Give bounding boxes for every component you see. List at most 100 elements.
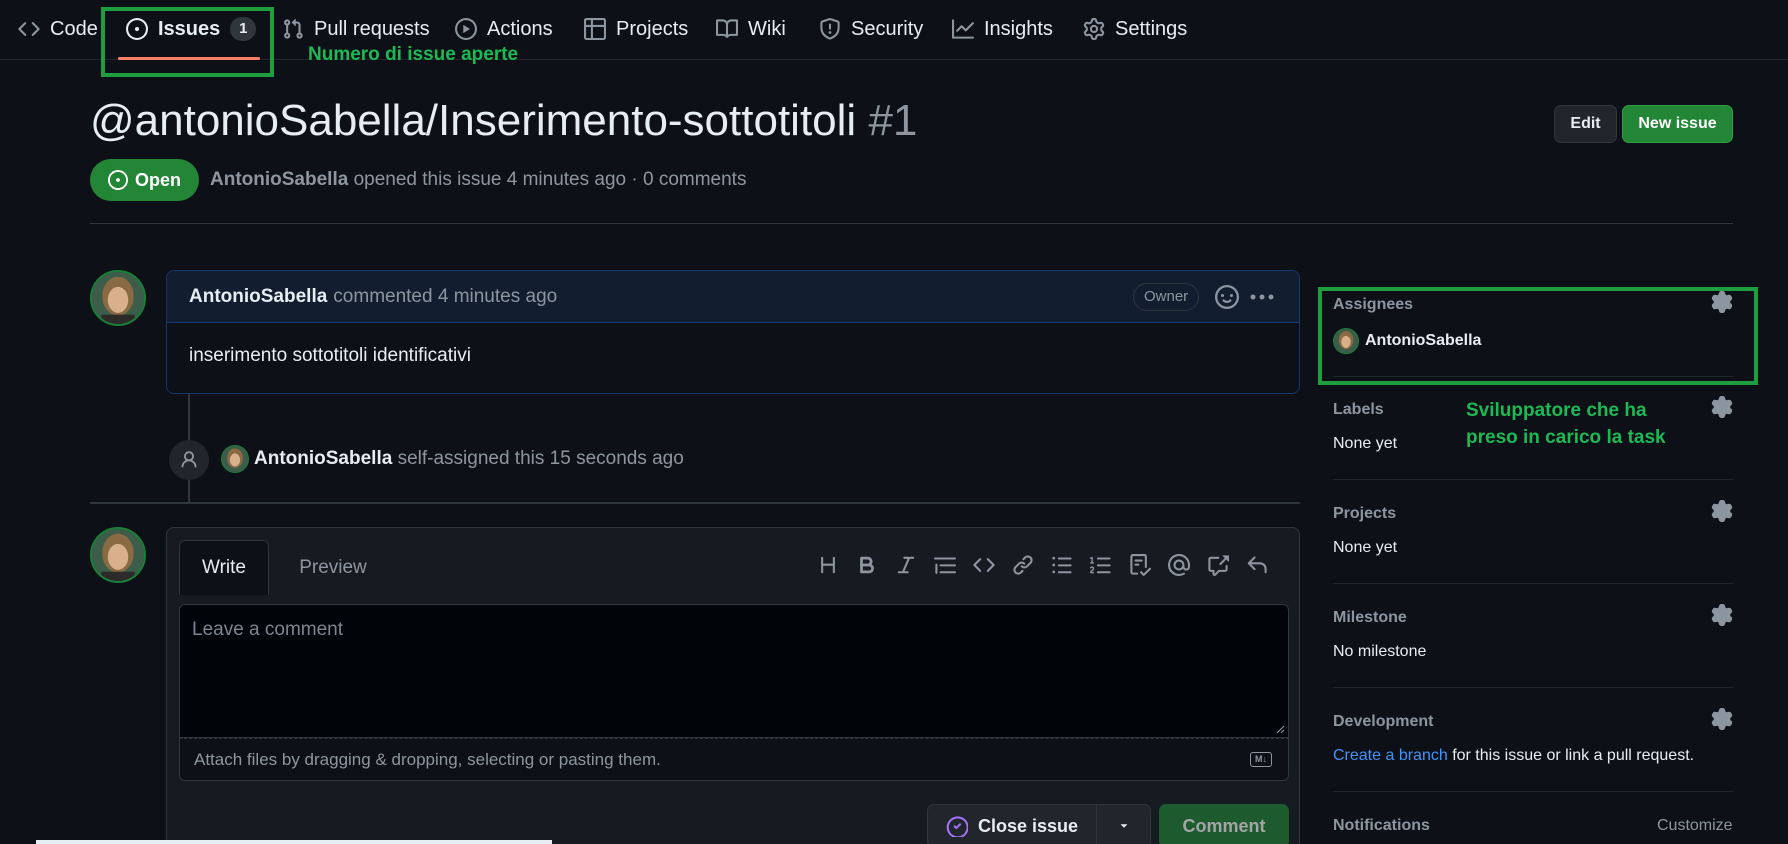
heading-icon[interactable] bbox=[815, 552, 840, 577]
tab-label: Projects bbox=[616, 17, 689, 40]
tab-code[interactable]: Code bbox=[18, 13, 98, 45]
avatar[interactable] bbox=[90, 527, 146, 583]
annotation-line: preso in carico la task bbox=[1466, 427, 1666, 448]
assignees-heading[interactable]: Assignees bbox=[1333, 296, 1413, 314]
development-value: Create a branch for this issue or link a… bbox=[1333, 747, 1694, 765]
tab-label: Code bbox=[50, 17, 98, 40]
timeline-divider bbox=[90, 502, 1300, 504]
avatar-image bbox=[92, 272, 144, 324]
play-icon bbox=[455, 18, 477, 40]
quote-icon[interactable] bbox=[932, 552, 957, 577]
tab-write[interactable]: Write bbox=[179, 540, 269, 595]
owner-badge: Owner bbox=[1133, 283, 1200, 311]
mention-icon[interactable] bbox=[1166, 552, 1191, 577]
customize-link[interactable]: Customize bbox=[1657, 817, 1733, 835]
create-branch-link[interactable]: Create a branch bbox=[1333, 747, 1448, 764]
markdown-toolbar bbox=[815, 552, 1269, 577]
kebab-horizontal-icon[interactable] bbox=[1249, 287, 1275, 307]
projects-gear-icon[interactable] bbox=[1711, 500, 1733, 522]
table-icon bbox=[584, 18, 606, 40]
issue-meta-text: opened this issue 4 minutes ago · 0 comm… bbox=[353, 169, 747, 190]
horizontal-scrollbar[interactable] bbox=[36, 840, 552, 844]
tab-wiki[interactable]: Wiki bbox=[716, 13, 786, 45]
projects-value: None yet bbox=[1333, 539, 1398, 556]
development-text: for this issue or link a pull request. bbox=[1452, 747, 1695, 764]
italic-icon[interactable] bbox=[893, 552, 918, 577]
tab-insights[interactable]: Insights bbox=[952, 13, 1053, 45]
close-options-dropdown[interactable] bbox=[1097, 804, 1151, 844]
reply-icon[interactable] bbox=[1244, 552, 1269, 577]
assignee-item[interactable]: AntonioSabella bbox=[1333, 328, 1481, 354]
link-icon[interactable] bbox=[1010, 552, 1035, 577]
graph-icon bbox=[952, 19, 974, 39]
markdown-icon[interactable]: M↓ bbox=[1250, 752, 1272, 767]
cross-reference-icon[interactable] bbox=[1205, 552, 1230, 577]
tab-security[interactable]: Security bbox=[819, 13, 923, 45]
issue-opened-icon bbox=[107, 170, 128, 190]
tab-label: Security bbox=[851, 17, 924, 40]
tab-projects[interactable]: Projects bbox=[584, 13, 688, 45]
attach-hint: Attach files by dragging & dropping, sel… bbox=[194, 749, 661, 769]
task-list-icon[interactable] bbox=[1127, 552, 1152, 577]
avatar[interactable] bbox=[90, 270, 146, 326]
new-issue-button[interactable]: New issue bbox=[1622, 105, 1733, 143]
header-divider bbox=[90, 223, 1733, 224]
tab-label: Wiki bbox=[748, 17, 786, 40]
labels-heading[interactable]: Labels bbox=[1333, 401, 1384, 419]
issues-annotation-box bbox=[101, 7, 274, 77]
gear-icon bbox=[1083, 18, 1105, 40]
close-issue-button[interactable]: Close issue bbox=[927, 804, 1097, 844]
status-badge: Open bbox=[90, 159, 199, 201]
labels-value: None yet bbox=[1333, 435, 1398, 452]
milestone-heading[interactable]: Milestone bbox=[1333, 609, 1407, 627]
projects-heading[interactable]: Projects bbox=[1333, 505, 1396, 523]
numbered-list-icon[interactable] bbox=[1088, 552, 1113, 577]
close-issue-label: Close issue bbox=[977, 815, 1079, 836]
comment-author-link[interactable]: AntonioSabella bbox=[189, 286, 327, 308]
sidebar-divider bbox=[1333, 583, 1733, 584]
triangle-down-icon bbox=[1120, 824, 1127, 828]
sidebar-divider bbox=[1333, 687, 1733, 688]
tab-label: Settings bbox=[1115, 17, 1188, 40]
milestone-gear-icon[interactable] bbox=[1711, 604, 1733, 626]
development-gear-icon[interactable] bbox=[1711, 708, 1733, 730]
assignees-gear-icon[interactable] bbox=[1711, 291, 1733, 313]
smiley-icon[interactable] bbox=[1215, 285, 1239, 309]
annotation-line: Sviluppatore che ha bbox=[1466, 400, 1647, 421]
avatar-image bbox=[222, 446, 248, 472]
code-icon bbox=[18, 22, 40, 36]
edit-button[interactable]: Edit bbox=[1554, 105, 1617, 143]
attach-files-bar[interactable]: Attach files by dragging & dropping, sel… bbox=[179, 738, 1289, 781]
tab-label: Actions bbox=[487, 17, 553, 40]
comment-timestamp[interactable]: commented 4 minutes ago bbox=[333, 286, 557, 308]
comment-body: inserimento sottotitoli identificativi bbox=[167, 323, 1299, 393]
labels-gear-icon[interactable] bbox=[1711, 396, 1733, 418]
issue-meta: AntonioSabella opened this issue 4 minut… bbox=[210, 169, 746, 191]
assignee-name: AntonioSabella bbox=[1365, 332, 1482, 349]
issue-author-link[interactable]: AntonioSabella bbox=[210, 169, 348, 190]
issues-annotation-text: Numero di issue aperte bbox=[308, 44, 519, 65]
sidebar-divider bbox=[1333, 791, 1733, 792]
comment-card: AntonioSabella commented 4 minutes ago O… bbox=[166, 270, 1300, 394]
tab-label: Pull requests bbox=[314, 17, 430, 40]
bulleted-list-icon[interactable] bbox=[1049, 552, 1074, 577]
tab-settings[interactable]: Settings bbox=[1083, 13, 1187, 45]
development-heading[interactable]: Development bbox=[1333, 713, 1433, 731]
tab-preview[interactable]: Preview bbox=[285, 540, 381, 595]
comment-textarea[interactable]: Leave a comment bbox=[179, 604, 1289, 738]
code-icon[interactable] bbox=[971, 552, 996, 577]
event-actor-link[interactable]: AntonioSabella bbox=[254, 448, 392, 469]
sidebar-divider bbox=[1333, 479, 1733, 480]
assignee-annotation-text: Sviluppatore che ha preso in carico la t… bbox=[1466, 397, 1666, 451]
event-description: self-assigned this 15 seconds ago bbox=[397, 448, 684, 469]
status-label: Open bbox=[134, 169, 181, 190]
tab-label: Insights bbox=[984, 17, 1053, 40]
comment-button[interactable]: Comment bbox=[1159, 804, 1289, 844]
timeline-event-text: AntonioSabella self-assigned this 15 sec… bbox=[254, 448, 684, 470]
milestone-value: No milestone bbox=[1333, 643, 1427, 660]
bold-icon[interactable] bbox=[854, 552, 879, 577]
resize-grip-icon[interactable] bbox=[1275, 724, 1285, 734]
issue-closed-icon bbox=[946, 816, 968, 837]
avatar[interactable] bbox=[221, 445, 249, 473]
person-icon bbox=[181, 451, 197, 468]
